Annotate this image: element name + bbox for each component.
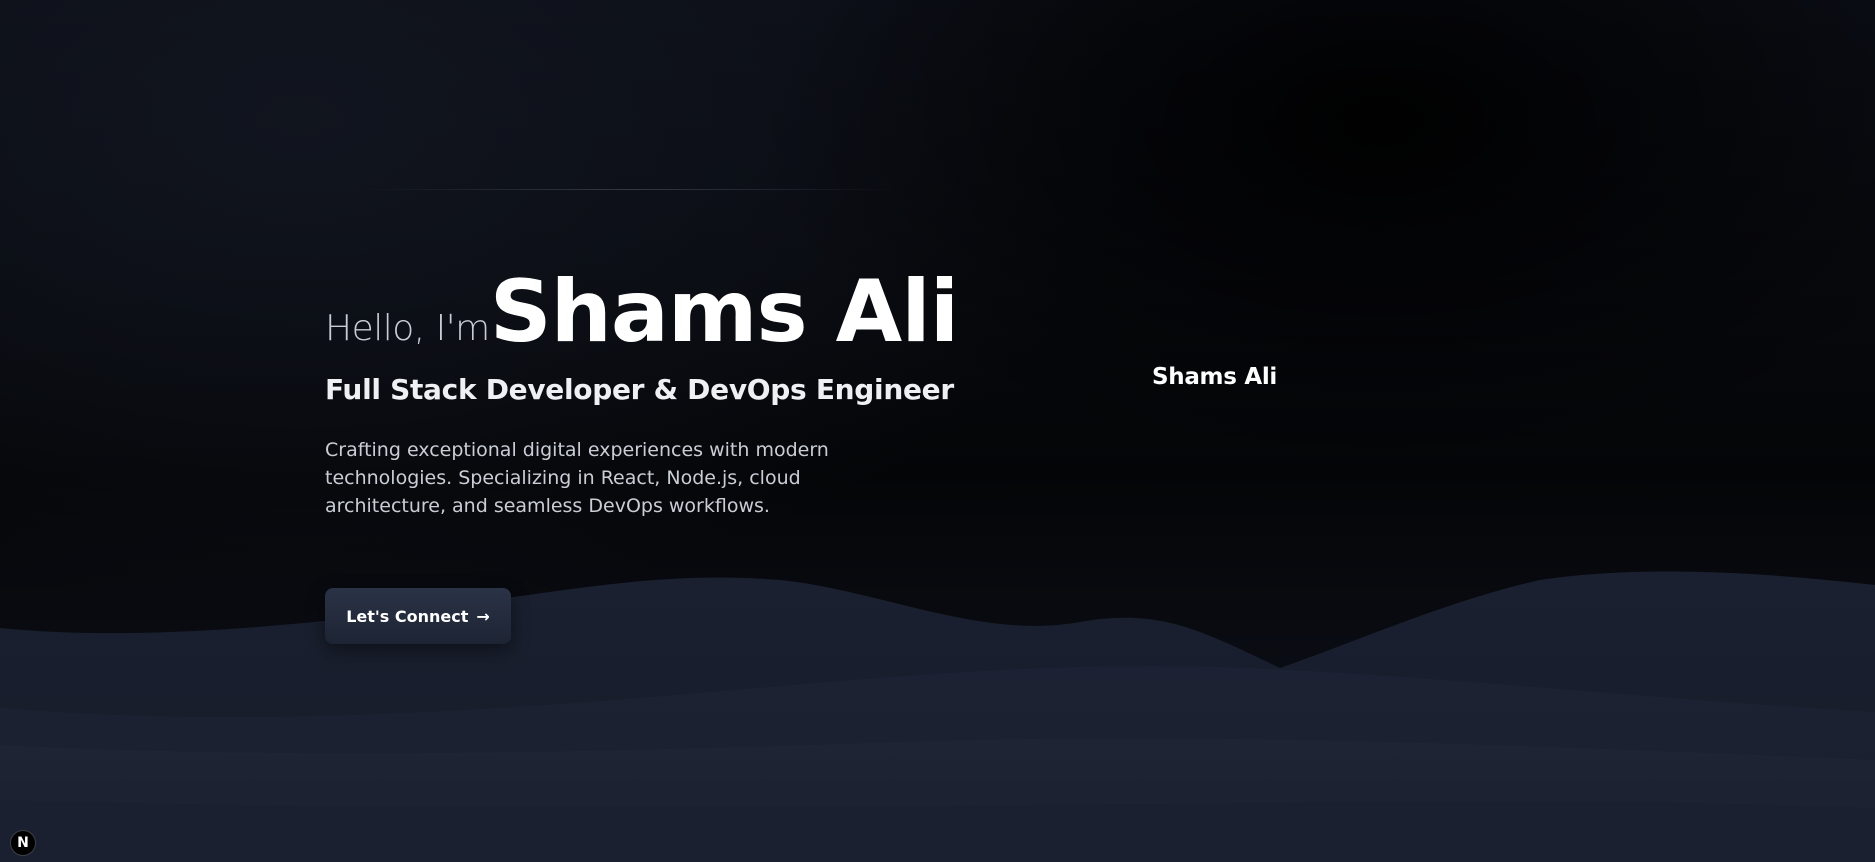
hero-description: Crafting exceptional digital experiences… bbox=[325, 439, 829, 517]
greeting-text: Hello, I'm bbox=[325, 308, 490, 349]
role-title: Full Stack Developer & DevOps Engineer bbox=[325, 373, 954, 406]
connect-button-label: Let's Connect bbox=[346, 606, 469, 626]
arrow-right-icon: → bbox=[476, 606, 490, 626]
nextjs-badge-label: N bbox=[17, 835, 29, 851]
wave-floor bbox=[0, 800, 1875, 862]
hero-content: Hello, I'm Shams Ali Full Stack Develope… bbox=[325, 255, 1025, 520]
hero-name: Shams Ali bbox=[489, 262, 959, 362]
side-name-label: Shams Ali bbox=[1152, 364, 1277, 390]
nextjs-icon[interactable]: N bbox=[10, 830, 36, 856]
decorative-divider bbox=[360, 189, 900, 190]
connect-button[interactable]: Let's Connect → bbox=[325, 588, 511, 644]
hero-section: Hello, I'm Shams Ali Full Stack Develope… bbox=[0, 0, 1875, 862]
headline: Hello, I'm Shams Ali bbox=[325, 255, 1025, 355]
